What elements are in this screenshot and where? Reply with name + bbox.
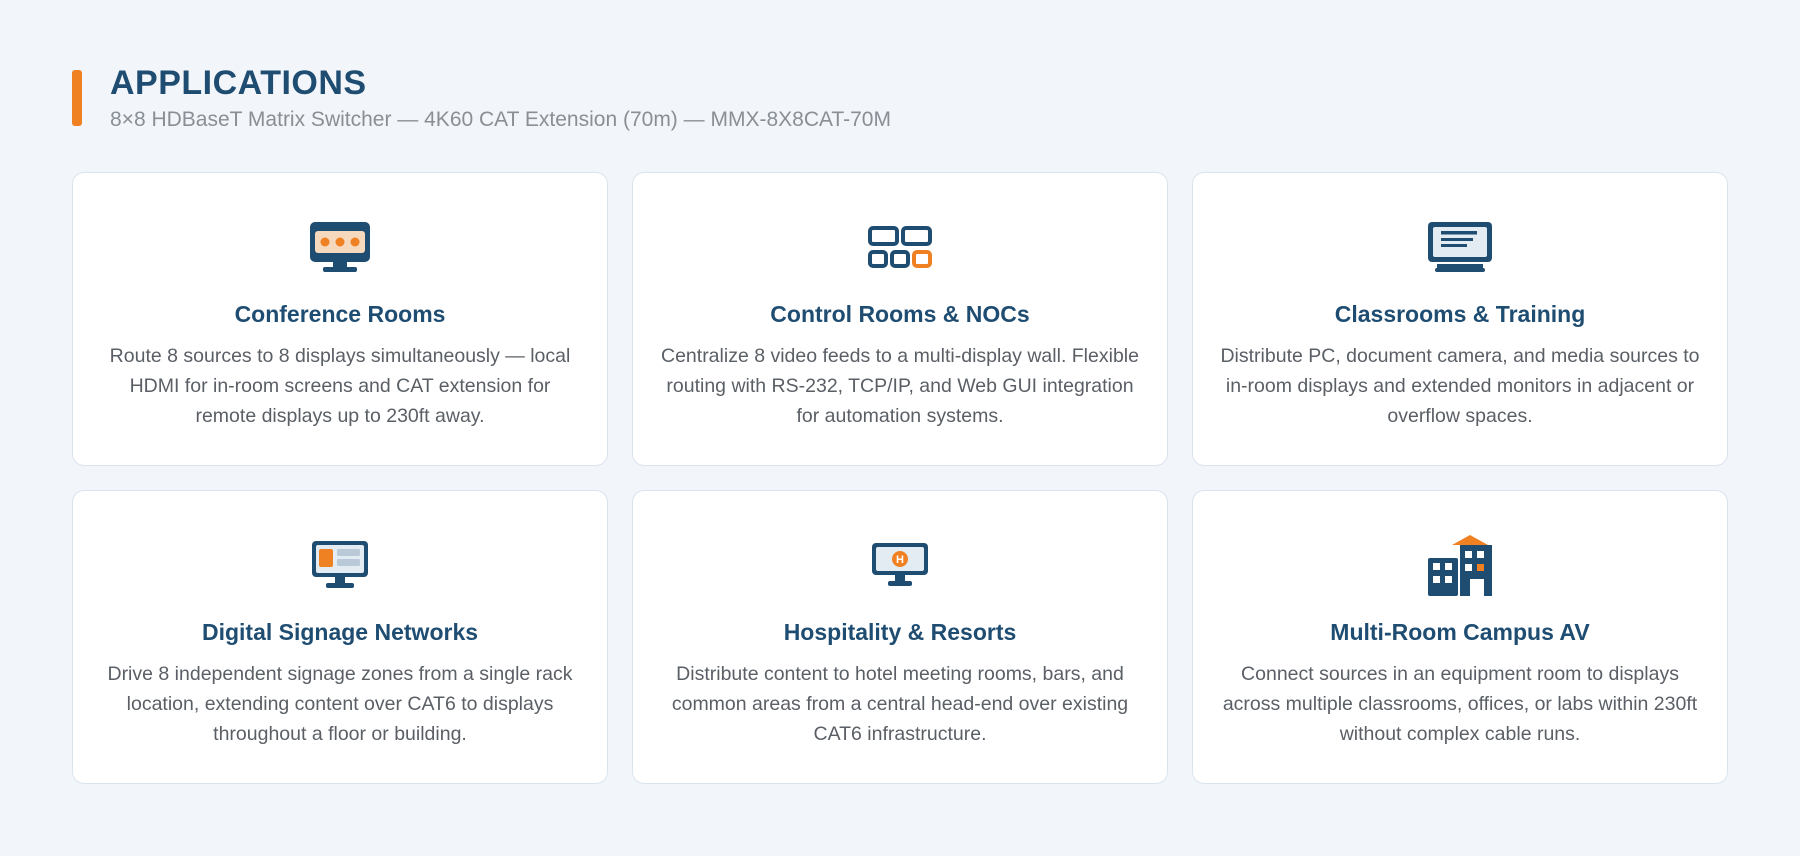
card-description: Connect sources in an equipment room to … — [1222, 663, 1698, 745]
accent-bar — [72, 70, 82, 126]
page-title: APPLICATIONS — [110, 64, 367, 102]
monitor-dots-icon — [304, 211, 376, 283]
card-description: Centralize 8 video feeds to a multi-disp… — [661, 345, 1139, 427]
card-description: Route 8 sources to 8 displays simultaneo… — [109, 345, 571, 427]
card-description: Distribute PC, document camera, and medi… — [1220, 345, 1700, 427]
application-card-digital-signage: Digital Signage Networks Drive 8 indepen… — [72, 490, 608, 784]
signage-display-icon — [304, 529, 376, 601]
card-description: Drive 8 independent signage zones from a… — [107, 663, 573, 745]
video-wall-icon — [864, 211, 936, 283]
application-card-conference-rooms: Conference Rooms Route 8 sources to 8 di… — [72, 172, 608, 466]
svg-text:H: H — [896, 554, 904, 566]
card-title: Hospitality & Resorts — [783, 619, 1017, 645]
card-title: Classrooms & Training — [1334, 301, 1586, 327]
application-card-campus-av: Multi-Room Campus AV Connect sources in … — [1192, 490, 1728, 784]
application-card-control-rooms: Control Rooms & NOCs Centralize 8 video … — [632, 172, 1168, 466]
application-card-classrooms: Classrooms & Training Distribute PC, doc… — [1192, 172, 1728, 466]
page-subtitle: 8×8 HDBaseT Matrix Switcher — 4K60 CAT E… — [110, 108, 891, 131]
card-title: Multi-Room Campus AV — [1330, 619, 1590, 645]
card-title: Conference Rooms — [234, 301, 446, 327]
campus-buildings-icon — [1424, 529, 1496, 601]
presentation-monitor-icon — [1424, 211, 1496, 283]
card-title: Control Rooms & NOCs — [770, 301, 1030, 327]
applications-grid: Conference Rooms Route 8 sources to 8 di… — [72, 172, 1728, 784]
card-description: Distribute content to hotel meeting room… — [671, 663, 1129, 745]
card-title: Digital Signage Networks — [201, 619, 479, 645]
hotel-display-icon: H — [864, 529, 936, 601]
application-card-hospitality: H Hospitality & Resorts Distribute conte… — [632, 490, 1168, 784]
